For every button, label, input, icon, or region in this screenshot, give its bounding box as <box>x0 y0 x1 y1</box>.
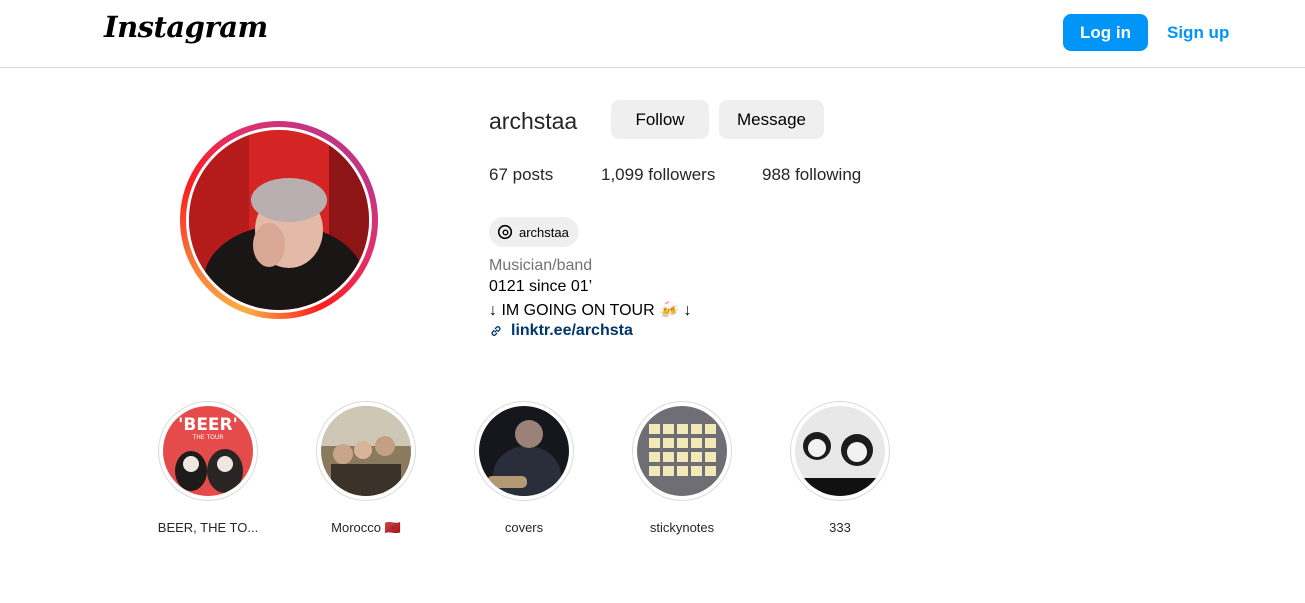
threads-badge[interactable]: archstaa <box>489 217 579 247</box>
story-ring[interactable] <box>180 121 378 319</box>
message-button[interactable]: Message <box>719 100 824 139</box>
highlight-cover-ring[interactable] <box>316 401 416 501</box>
highlight-label: 333 <box>829 520 851 535</box>
bio-line-1: 0121 since 01’ <box>489 278 593 295</box>
highlight-label: Morocco 🇲🇦 <box>331 520 401 535</box>
highlight-cover <box>637 406 727 496</box>
highlight-label: stickynotes <box>649 520 715 535</box>
highlight-item[interactable]: 'BEER' THE TOUR BEER, THE TO... <box>138 401 278 535</box>
threads-icon <box>497 224 513 240</box>
highlight-item[interactable]: Morocco 🇲🇦 <box>296 401 436 536</box>
profile-avatar <box>189 130 369 310</box>
highlight-label: covers <box>504 520 544 535</box>
highlight-item[interactable]: stickynotes <box>612 401 752 535</box>
profile-category: Musician/band <box>489 257 593 274</box>
posts-count: 67 posts <box>489 165 554 184</box>
highlight-cover <box>795 406 885 496</box>
following-count[interactable]: 988 following <box>762 165 861 185</box>
highlight-cover-ring[interactable] <box>632 401 732 501</box>
login-button[interactable]: Log in <box>1063 14 1148 51</box>
highlight-item[interactable]: covers <box>454 401 594 535</box>
highlight-cover-subtitle: THE TOUR <box>192 434 224 441</box>
highlight-item[interactable]: 333 <box>770 401 910 535</box>
bio-line-2: ↓ IM GOING ON TOUR 🍻 ↓ <box>489 302 692 319</box>
highlight-label: BEER, THE TO... <box>157 520 259 535</box>
highlight-cover-ring[interactable] <box>474 401 574 501</box>
top-navigation-bar: Instagram Log in Sign up <box>0 0 1305 68</box>
highlight-cover <box>321 406 411 496</box>
signup-link[interactable]: Sign up <box>1167 23 1229 43</box>
bio-link-text: linktr.ee/archsta <box>511 322 633 339</box>
instagram-logo[interactable]: Instagram <box>104 10 268 44</box>
followers-count[interactable]: 1,099 followers <box>601 165 715 185</box>
threads-handle: archstaa <box>519 224 569 240</box>
highlight-cover: 'BEER' THE TOUR <box>163 406 253 496</box>
bio-link[interactable]: linktr.ee/archsta <box>489 322 633 340</box>
highlight-cover <box>479 406 569 496</box>
highlight-cover-ring[interactable]: 'BEER' THE TOUR <box>158 401 258 501</box>
highlight-cover-title: 'BEER' <box>178 415 238 435</box>
link-icon <box>491 326 501 336</box>
profile-username: archstaa <box>489 108 578 134</box>
follow-button[interactable]: Follow <box>611 100 709 139</box>
highlight-cover-ring[interactable] <box>790 401 890 501</box>
